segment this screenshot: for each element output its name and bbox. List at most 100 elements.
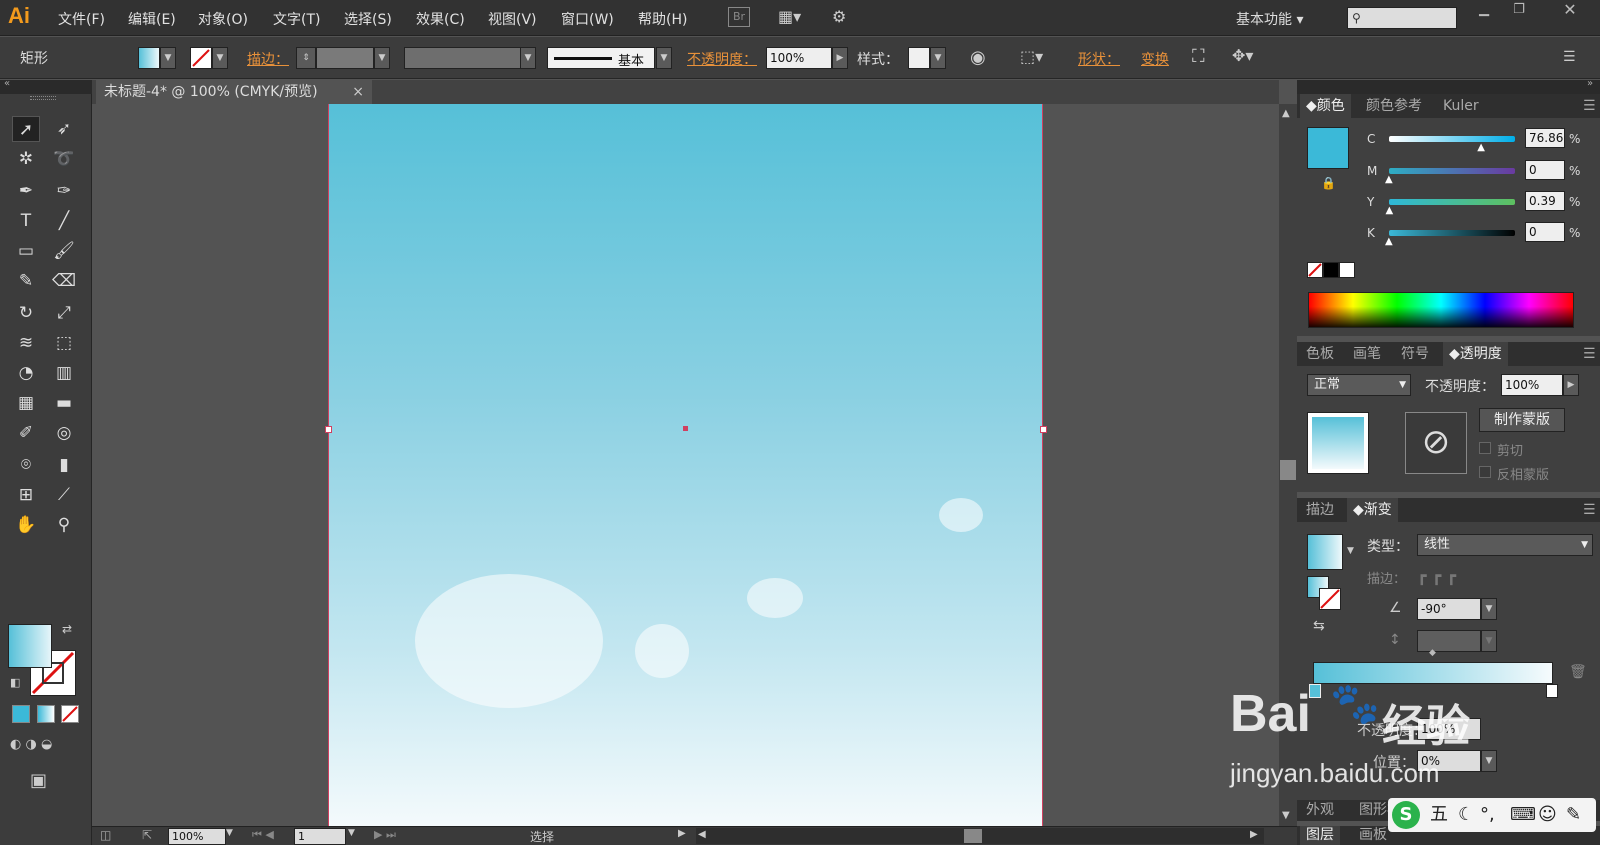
channel-m-slider[interactable] bbox=[1389, 168, 1515, 174]
reverse-gradient-icon[interactable]: ⇆ bbox=[1313, 618, 1325, 634]
gradient-preset-dropdown[interactable]: ▼ bbox=[1347, 546, 1354, 556]
stroke-weight-stepper[interactable]: ⇕ bbox=[296, 47, 316, 69]
control-panel-menu-icon[interactable]: ☰ bbox=[1563, 49, 1576, 65]
close-tab-icon[interactable]: × bbox=[352, 80, 364, 104]
column-graph-tool-icon[interactable]: ▮ bbox=[50, 452, 78, 478]
delete-stop-icon[interactable]: 🗑 bbox=[1569, 664, 1587, 680]
vertical-scrollbar[interactable]: ▲ ▼ bbox=[1279, 104, 1297, 826]
minimize-button[interactable]: ▁ bbox=[1470, 2, 1498, 22]
gradient-stop-start[interactable] bbox=[1309, 684, 1321, 698]
zoom-tool-icon[interactable]: ⚲ bbox=[50, 512, 78, 538]
stroke-dropdown[interactable]: ▼ bbox=[212, 47, 228, 69]
bubble-tiny[interactable] bbox=[939, 498, 983, 532]
zoom-dropdown[interactable]: ▼ bbox=[226, 828, 233, 838]
channel-y-slider[interactable] bbox=[1389, 199, 1515, 205]
none-swatch[interactable] bbox=[1307, 262, 1323, 278]
ime-keyboard-icon[interactable]: ⌨ bbox=[1510, 798, 1536, 832]
channel-y-thumb[interactable]: ▲ bbox=[1385, 205, 1393, 216]
rotate-tool-icon[interactable]: ↻ bbox=[12, 300, 40, 326]
artboard-gradient-rectangle[interactable] bbox=[325, 104, 1047, 826]
menu-object[interactable]: 对象(O) bbox=[198, 9, 248, 29]
transparency-panel-menu-icon[interactable]: ☰ bbox=[1577, 342, 1600, 366]
arrange-documents-icon[interactable]: ▦▾ bbox=[778, 7, 814, 29]
menu-edit[interactable]: 编辑(E) bbox=[128, 9, 176, 29]
horizontal-scrollbar[interactable]: ◀ ▶ bbox=[696, 828, 1264, 844]
artboard-tool-icon[interactable]: ⊞ bbox=[12, 482, 40, 508]
perspective-grid-tool-icon[interactable]: ▥ bbox=[50, 360, 78, 386]
swap-fill-stroke-icon[interactable]: ⇄ bbox=[62, 622, 72, 636]
drawing-modes[interactable]: ◐ ◑ ◒ bbox=[10, 737, 82, 757]
restore-button[interactable]: ❐ bbox=[1505, 2, 1533, 22]
color-spectrum[interactable] bbox=[1308, 292, 1574, 328]
scroll-thumb[interactable] bbox=[1280, 460, 1296, 480]
out-of-gamut-icon[interactable]: 🔒 bbox=[1321, 176, 1336, 190]
graphic-style-swatch[interactable] bbox=[908, 47, 930, 69]
channel-y-input[interactable]: 0.39 bbox=[1525, 191, 1565, 211]
stroke-swatch[interactable] bbox=[190, 47, 212, 69]
eyedropper-tool-icon[interactable]: ✐ bbox=[12, 420, 40, 446]
tab-gradient[interactable]: ◆渐变 bbox=[1347, 498, 1398, 522]
recolor-artwork-icon[interactable]: ◉ bbox=[970, 47, 986, 68]
transparency-opacity-input[interactable]: 100% bbox=[1501, 374, 1563, 396]
no-mask-icon[interactable]: ⊘ bbox=[1405, 412, 1467, 474]
black-swatch[interactable] bbox=[1323, 262, 1339, 278]
artboard-nav-next-last[interactable]: ▶ ⏭ bbox=[374, 828, 396, 842]
status-icon[interactable]: ◫ bbox=[100, 828, 111, 842]
screen-mode-icon[interactable]: ▣ bbox=[30, 770, 47, 791]
color-panel-menu-icon[interactable]: ☰ bbox=[1577, 94, 1600, 118]
gradient-mode-button[interactable] bbox=[37, 705, 55, 723]
graphic-style-dropdown[interactable]: ▼ bbox=[930, 47, 946, 69]
status-menu-arrow[interactable]: ▶ bbox=[678, 828, 686, 839]
tab-artboards[interactable]: 画板 bbox=[1353, 826, 1393, 845]
shape-builder-tool-icon[interactable]: ◔ bbox=[12, 360, 40, 386]
channel-k-thumb[interactable]: ▲ bbox=[1385, 236, 1393, 247]
menu-file[interactable]: 文件(F) bbox=[58, 9, 105, 29]
ime-settings-icon[interactable]: ✎ bbox=[1566, 798, 1581, 832]
none-mode-button[interactable] bbox=[61, 705, 79, 723]
rectangle-tool-icon[interactable]: ▭ bbox=[12, 238, 40, 264]
menu-type[interactable]: 文字(T) bbox=[273, 9, 320, 29]
transform-label[interactable]: 变换 bbox=[1141, 49, 1169, 69]
invert-mask-checkbox[interactable] bbox=[1479, 466, 1491, 478]
variable-width-profile[interactable] bbox=[404, 47, 522, 69]
curvature-tool-icon[interactable]: ✑ bbox=[50, 178, 78, 204]
blend-mode-select[interactable]: 正常 ▼ bbox=[1307, 374, 1411, 396]
channel-c-slider[interactable] bbox=[1389, 136, 1515, 142]
brush-definition[interactable]: 基本 bbox=[547, 47, 655, 69]
gradient-slider-bar[interactable] bbox=[1313, 662, 1553, 684]
gradient-type-select[interactable]: 线性 ▼ bbox=[1417, 534, 1593, 556]
stroke-weight-input[interactable] bbox=[316, 47, 374, 69]
gradient-angle-dropdown[interactable]: ▼ bbox=[1481, 598, 1497, 620]
channel-k-slider[interactable] bbox=[1389, 230, 1515, 236]
fill-swatch[interactable] bbox=[138, 47, 160, 69]
symbol-sprayer-tool-icon[interactable]: ⌾ bbox=[12, 452, 40, 478]
gradient-stroke-mini[interactable] bbox=[1319, 588, 1341, 610]
free-transform-tool-icon[interactable]: ⬚ bbox=[50, 330, 78, 356]
opacity-input[interactable]: 100% bbox=[766, 47, 832, 69]
gradient-preview-swatch[interactable] bbox=[1307, 534, 1343, 570]
channel-m-thumb[interactable]: ▲ bbox=[1385, 174, 1393, 185]
artboard-number-input[interactable]: 1 bbox=[294, 828, 346, 845]
color-mode-button[interactable] bbox=[12, 705, 30, 723]
make-mask-button[interactable]: 制作蒙版 bbox=[1479, 408, 1565, 432]
fill-color-box[interactable] bbox=[8, 624, 52, 668]
opacity-label[interactable]: 不透明度： bbox=[687, 49, 757, 69]
default-colors-icon[interactable]: ◧ bbox=[10, 676, 20, 689]
tab-color[interactable]: ◆颜色 bbox=[1300, 94, 1351, 118]
fill-dropdown[interactable]: ▼ bbox=[160, 47, 176, 69]
gradient-angle-input[interactable]: -90° bbox=[1417, 598, 1481, 620]
menu-window[interactable]: 窗口(W) bbox=[561, 9, 614, 29]
current-color-swatch[interactable] bbox=[1307, 127, 1349, 169]
object-thumbnail[interactable] bbox=[1307, 412, 1369, 474]
white-swatch[interactable] bbox=[1339, 262, 1355, 278]
scroll-up-icon[interactable]: ▲ bbox=[1282, 108, 1290, 119]
stroke-label[interactable]: 描边： bbox=[247, 49, 289, 69]
scroll-down-icon[interactable]: ▼ bbox=[1282, 810, 1290, 821]
close-window-button[interactable]: ✕ bbox=[1550, 0, 1590, 22]
menu-view[interactable]: 视图(V) bbox=[488, 9, 537, 29]
tab-symbols[interactable]: 符号 bbox=[1395, 342, 1435, 366]
gradient-stop-end[interactable] bbox=[1546, 684, 1558, 698]
artboard-dropdown[interactable]: ▼ bbox=[348, 828, 355, 838]
zoom-input[interactable]: 100% bbox=[168, 828, 226, 845]
slice-tool-icon[interactable]: ⟋ bbox=[50, 482, 78, 508]
